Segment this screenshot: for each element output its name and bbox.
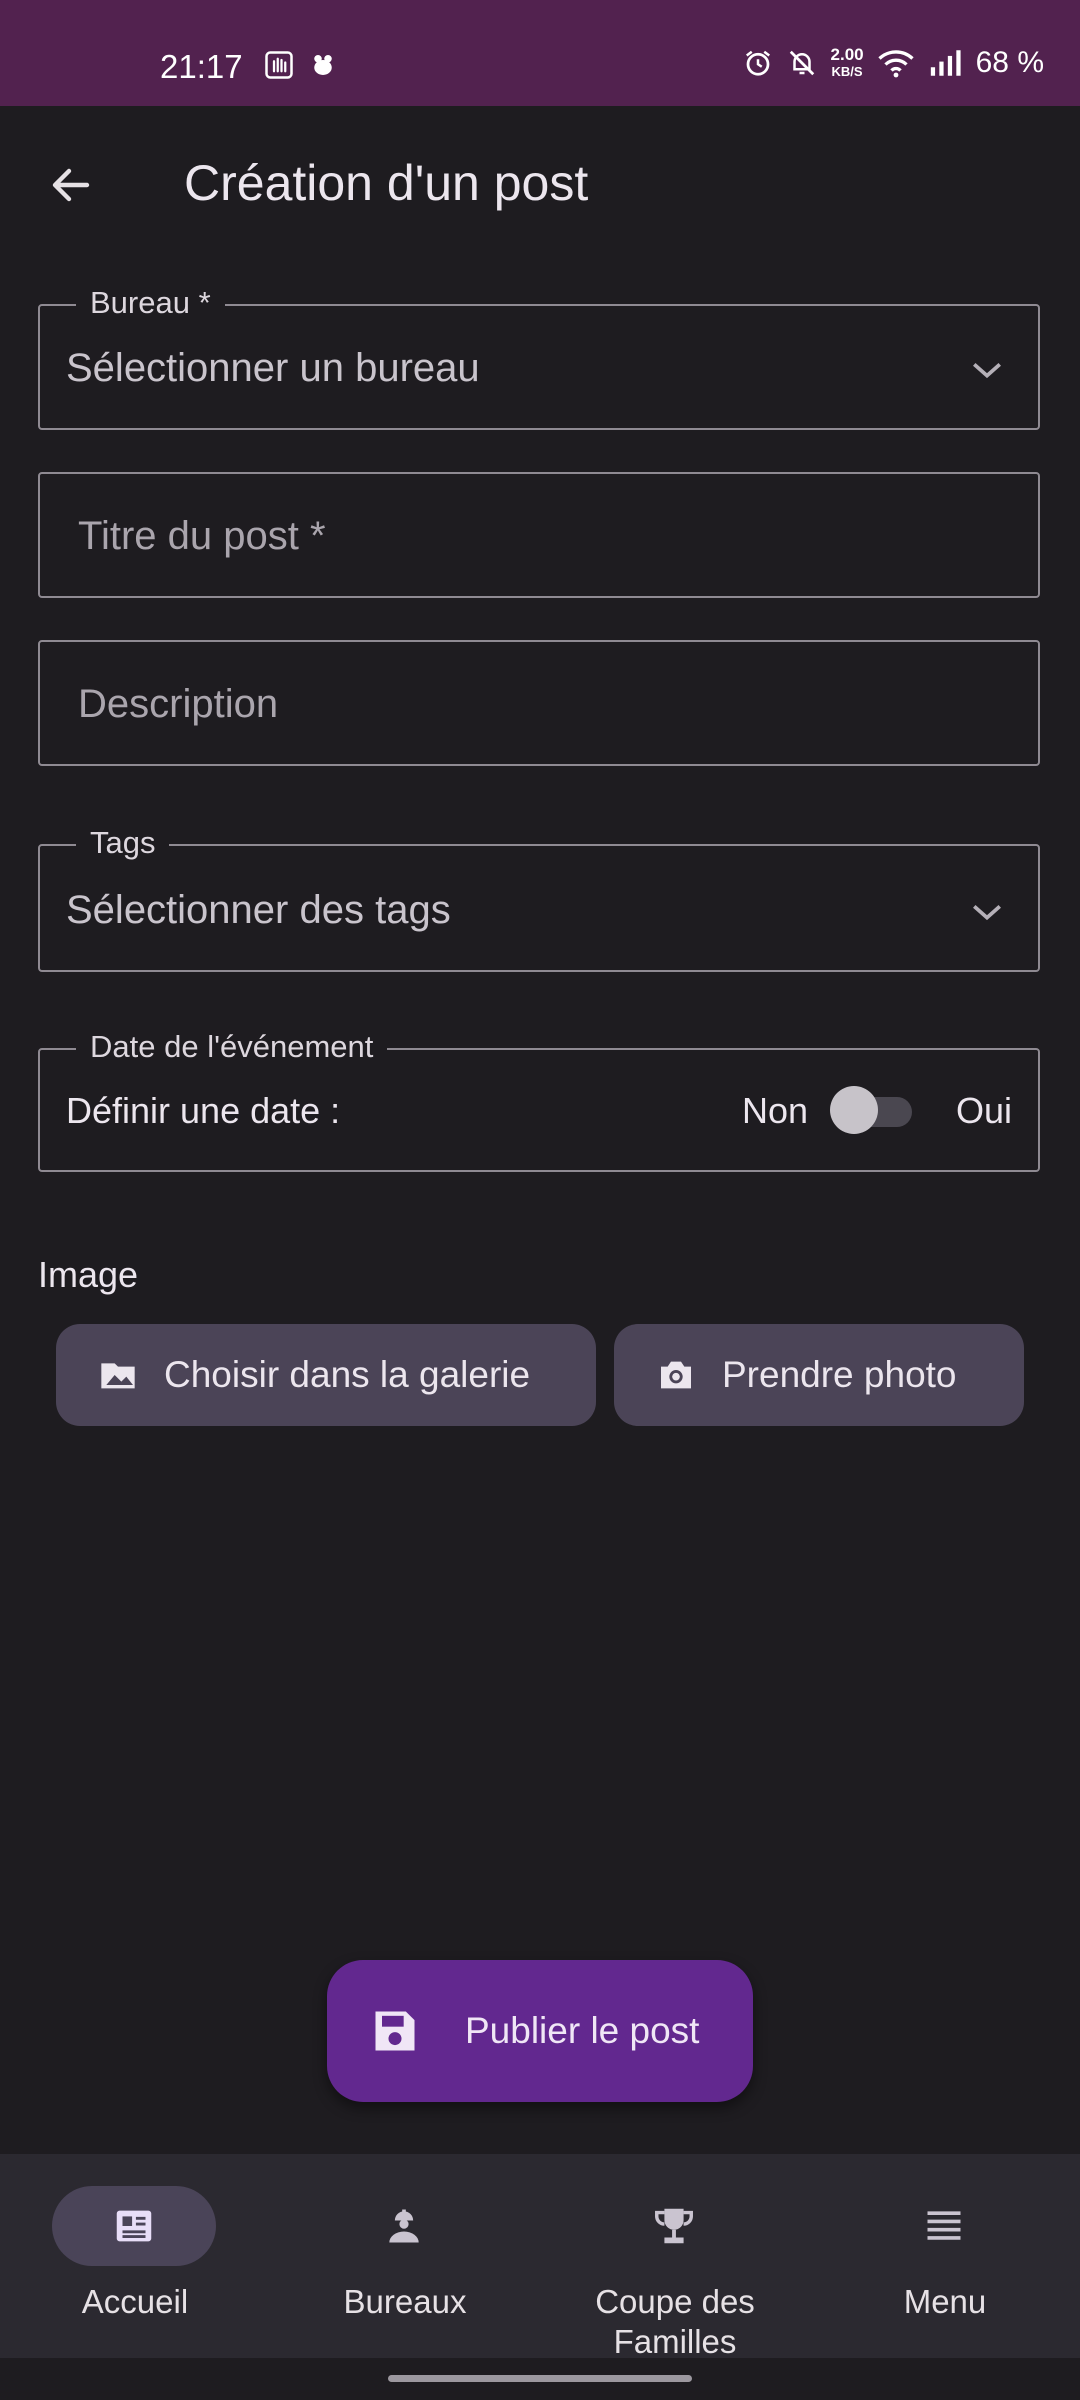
back-button[interactable] [36, 150, 106, 220]
trophy-icon [655, 2208, 693, 2244]
alarm-icon [745, 50, 770, 76]
gallery-button[interactable]: Choisir dans la galerie [56, 1324, 596, 1426]
home-indicator[interactable] [388, 2375, 692, 2382]
bureau-value: Sélectionner un bureau [66, 346, 480, 390]
tags-value: Sélectionner des tags [66, 888, 451, 932]
post-title-placeholder: Titre du post * [78, 514, 326, 558]
define-date-prompt: Définir une date : [66, 1090, 341, 1131]
nav-item-accueil[interactable]: Accueil [0, 2154, 270, 2358]
status-time: 21:17 [160, 48, 243, 85]
chevron-down-icon [973, 362, 1001, 379]
bottom-navigation: Accueil Bureaux Coupe des Familles Menu [0, 2154, 1080, 2360]
image-section-label: Image [38, 1254, 139, 1295]
menu-icon [927, 2211, 961, 2240]
nav-label-accueil: Accueil [81, 2283, 189, 2320]
switch-thumb [830, 1086, 878, 1134]
hand-icon [265, 51, 293, 79]
camera-button-label: Prendre photo [722, 1354, 957, 1395]
worker-icon [389, 2209, 419, 2243]
event-date-switch[interactable] [830, 1086, 912, 1134]
bug-icon [314, 55, 332, 75]
status-bar: 21:17 2.00 KB/S 68 % [0, 0, 1080, 106]
newspaper-icon [116, 2210, 152, 2242]
nav-label-bureaux: Bureaux [343, 2283, 467, 2320]
nav-label-coupe-des-familles: Coupe des Familles [595, 2283, 755, 2360]
page-title: Création d'un post [184, 155, 589, 211]
network-speed: 2.00 KB/S [830, 45, 864, 79]
nav-item-menu[interactable]: Menu [810, 2154, 1080, 2358]
toggle-on-label: Oui [955, 1090, 1012, 1131]
post-title-input[interactable]: Titre du post * [38, 472, 1040, 598]
status-icons: 2.00 KB/S 68 % [743, 46, 1044, 80]
camera-icon [661, 1361, 691, 1389]
bureau-label: Bureau * [76, 285, 225, 321]
camera-button[interactable]: Prendre photo [614, 1324, 1024, 1426]
top-app-bar: Création d'un post [0, 106, 1080, 254]
photo-library-icon [101, 1363, 135, 1389]
nav-item-bureaux[interactable]: Bureaux [270, 2154, 540, 2358]
publish-post-button[interactable]: Publier le post [327, 1960, 753, 2102]
event-date-group: Date de l'événement Définir une date : N… [38, 1029, 1040, 1172]
nav-label-menu: Menu [903, 2283, 987, 2320]
chevron-down-icon [973, 904, 1001, 921]
gallery-button-label: Choisir dans la galerie [164, 1354, 531, 1395]
wifi-icon [877, 50, 914, 78]
nav-active-indicator [52, 2186, 216, 2266]
bureau-select[interactable]: Bureau * Sélectionner un bureau [38, 285, 1040, 430]
notifications-off-icon [789, 50, 814, 76]
description-placeholder: Description [78, 682, 279, 726]
battery-level: 68 % [975, 46, 1044, 79]
tags-label: Tags [76, 825, 170, 861]
publish-post-label: Publier le post [465, 2010, 700, 2051]
description-input[interactable]: Description [38, 640, 1040, 766]
nav-item-coupe-des-familles[interactable]: Coupe des Familles [540, 2154, 810, 2360]
tags-select[interactable]: Tags Sélectionner des tags [38, 825, 1040, 972]
save-icon [375, 2011, 415, 2051]
signal-icon [930, 50, 961, 76]
toggle-off-label: Non [741, 1090, 808, 1131]
event-date-label: Date de l'événement [76, 1029, 388, 1065]
arrow-back-icon [52, 168, 90, 202]
